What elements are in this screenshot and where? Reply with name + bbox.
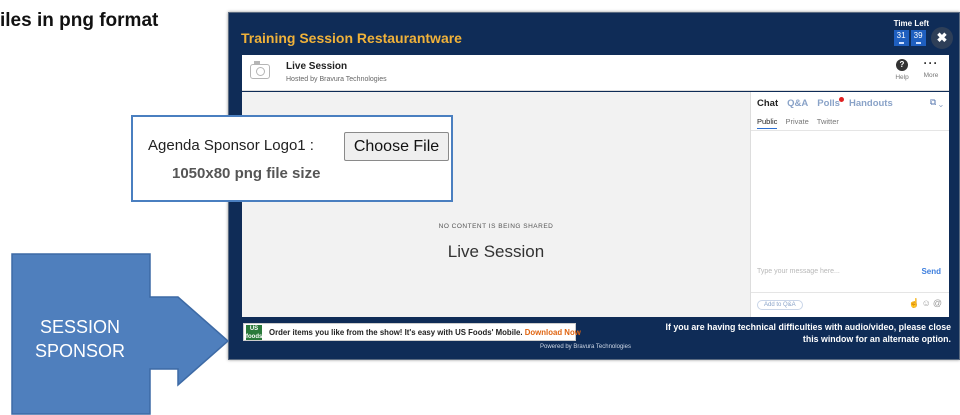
window-title: Training Session Restaurantware <box>241 30 462 46</box>
chat-emoji-icons[interactable]: ☝☺@ <box>908 298 944 309</box>
session-sponsor-label: SESSION SPONSOR <box>34 317 126 361</box>
tab-polls[interactable]: Polls <box>817 97 844 109</box>
help-label: Help <box>895 74 909 81</box>
sponsor-ad-banner[interactable]: US foods Order items you like from the s… <box>243 323 581 341</box>
more-label: More <box>923 72 939 79</box>
notification-dot <box>838 97 844 102</box>
no-content-message: NO CONTENT IS BEING SHARED <box>438 223 554 230</box>
session-title: Live Session <box>286 61 348 72</box>
timer-minutes: 31 <box>893 30 909 46</box>
stage-title: Live Session <box>447 242 545 261</box>
sponsor-logo-callout: Agenda Sponsor Logo1 : Choose File 1050x… <box>131 115 453 202</box>
session-header: Live Session Hosted by Bravura Technolog… <box>242 55 949 91</box>
subtab-private[interactable]: Private <box>785 117 808 129</box>
file-size-note: 1050x80 png file size <box>172 165 321 182</box>
timer-seconds: 39 <box>910 30 926 46</box>
agenda-sponsor-label: Agenda Sponsor Logo1 : <box>148 137 314 154</box>
camera-icon <box>250 61 270 79</box>
help-button[interactable]: ? Help <box>889 59 915 81</box>
ad-text: Order items you like from the show! It's… <box>269 327 581 337</box>
add-to-qa-button[interactable]: Add to Q&A <box>757 300 803 310</box>
download-now-link[interactable]: Download Now <box>525 327 581 337</box>
technical-difficulties-note: If you are having technical difficulties… <box>665 322 951 344</box>
subtab-twitter[interactable]: Twitter <box>817 117 839 129</box>
close-icon[interactable]: ✖ <box>931 27 953 49</box>
send-button[interactable]: Send <box>921 267 941 276</box>
question-icon: ? <box>896 59 908 71</box>
powered-by: Powered by Bravura Technologies <box>540 344 631 350</box>
page-heading: iles in png format <box>0 10 159 31</box>
time-left-timer: Time Left 31 39 <box>893 19 929 46</box>
subtab-public[interactable]: Public <box>757 117 778 129</box>
tab-handouts[interactable]: Handouts <box>849 98 893 109</box>
ellipsis-icon: ··· <box>923 56 939 70</box>
chat-panel: Chat Q&A Polls Handouts ⧉ ⌄ Public Priva… <box>750 92 949 317</box>
more-button[interactable]: ··· More <box>917 57 945 79</box>
us-foods-logo: US foods <box>246 325 263 340</box>
chat-message-input[interactable]: Type your message here... <box>757 268 840 275</box>
tab-chat[interactable]: Chat <box>757 98 778 109</box>
timer-label: Time Left <box>893 19 929 28</box>
popout-icon[interactable]: ⧉ ⌄ <box>930 97 943 108</box>
tab-qa[interactable]: Q&A <box>787 98 808 109</box>
session-host: Hosted by Bravura Technologies <box>286 76 387 83</box>
choose-file-button[interactable]: Choose File <box>344 132 449 161</box>
